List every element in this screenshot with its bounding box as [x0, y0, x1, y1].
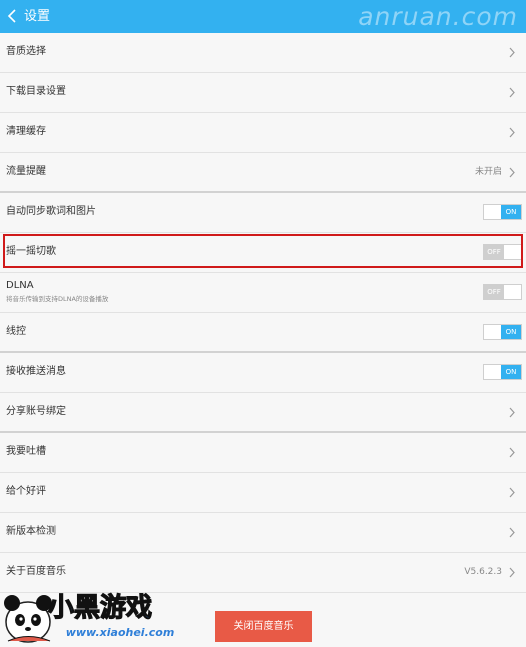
toggle-state: OFF [484, 245, 504, 259]
watermark-text: anruan.com [358, 2, 518, 31]
chevron-right-icon [509, 47, 515, 58]
wire-control-toggle[interactable]: ON [483, 324, 522, 340]
title-bar: 设置 anruan.com [0, 0, 526, 33]
setting-label: 新版本检测 [6, 526, 56, 537]
setting-label: 关于百度音乐 [6, 566, 66, 577]
chevron-right-icon [509, 567, 515, 578]
toggle-state: ON [501, 205, 521, 219]
close-app-button[interactable]: 关闭百度音乐 [215, 611, 312, 642]
setting-push-messages: 接收推送消息 ON [0, 353, 526, 393]
setting-clear-cache[interactable]: 清理缓存 [0, 113, 526, 153]
setting-feedback[interactable]: 我要吐槽 [0, 433, 526, 473]
toggle-state: ON [501, 365, 521, 379]
setting-label: 给个好评 [6, 486, 46, 497]
setting-shake-switch: 摇一摇切歌 OFF [0, 233, 526, 273]
chevron-right-icon [509, 447, 515, 458]
shake-switch-toggle[interactable]: OFF [483, 244, 522, 260]
toggle-state: ON [501, 325, 521, 339]
setting-audio-quality[interactable]: 音质选择 [0, 33, 526, 73]
setting-label: 线控 [6, 326, 26, 337]
auto-sync-toggle[interactable]: ON [483, 204, 522, 220]
chevron-right-icon [509, 407, 515, 418]
setting-label: 清理缓存 [6, 126, 46, 137]
setting-share-accounts[interactable]: 分享账号绑定 [0, 393, 526, 433]
settings-list: 音质选择 下载目录设置 清理缓存 流量提醒 未开启 自动同步歌词和图片 ON 摇… [0, 33, 526, 593]
chevron-right-icon [509, 167, 515, 178]
setting-label: 流量提醒 [6, 166, 46, 177]
chevron-right-icon [509, 87, 515, 98]
setting-label: 接收推送消息 [6, 366, 66, 377]
setting-value: 未开启 [474, 167, 502, 177]
setting-label: 我要吐槽 [6, 446, 46, 457]
svg-text:小黑游戏: 小黑游戏 [48, 593, 152, 623]
chevron-right-icon [509, 127, 515, 138]
setting-rate-app[interactable]: 给个好评 [0, 473, 526, 513]
toggle-state: OFF [484, 285, 504, 299]
svg-text:www.xiaohei.com: www.xiaohei.com [66, 626, 175, 639]
setting-dlna: DLNA 将音乐传输到支持DLNA的设备播放 OFF [0, 273, 526, 313]
setting-label: 分享账号绑定 [6, 406, 66, 417]
setting-label: DLNA [6, 280, 34, 291]
setting-label: 音质选择 [6, 46, 46, 57]
setting-label: 自动同步歌词和图片 [6, 206, 96, 217]
xiaohei-logo-icon: 小黑游戏 www.xiaohei.com [4, 592, 175, 643]
setting-label: 下载目录设置 [6, 86, 66, 97]
setting-auto-sync-lyrics: 自动同步歌词和图片 ON [0, 193, 526, 233]
setting-data-reminder[interactable]: 流量提醒 未开启 [0, 153, 526, 193]
chevron-right-icon [509, 487, 515, 498]
setting-label: 摇一摇切歌 [6, 246, 56, 257]
setting-check-update[interactable]: 新版本检测 [0, 513, 526, 553]
chevron-right-icon [509, 527, 515, 538]
dlna-toggle[interactable]: OFF [483, 284, 522, 300]
version-value: V5.6.2.3 [464, 567, 502, 577]
page-title: 设置 [24, 9, 51, 24]
push-messages-toggle[interactable]: ON [483, 364, 522, 380]
setting-wire-control: 线控 ON [0, 313, 526, 353]
setting-download-dir[interactable]: 下载目录设置 [0, 73, 526, 113]
back-arrow-icon[interactable] [6, 9, 20, 23]
setting-description: 将音乐传输到支持DLNA的设备播放 [6, 295, 109, 303]
